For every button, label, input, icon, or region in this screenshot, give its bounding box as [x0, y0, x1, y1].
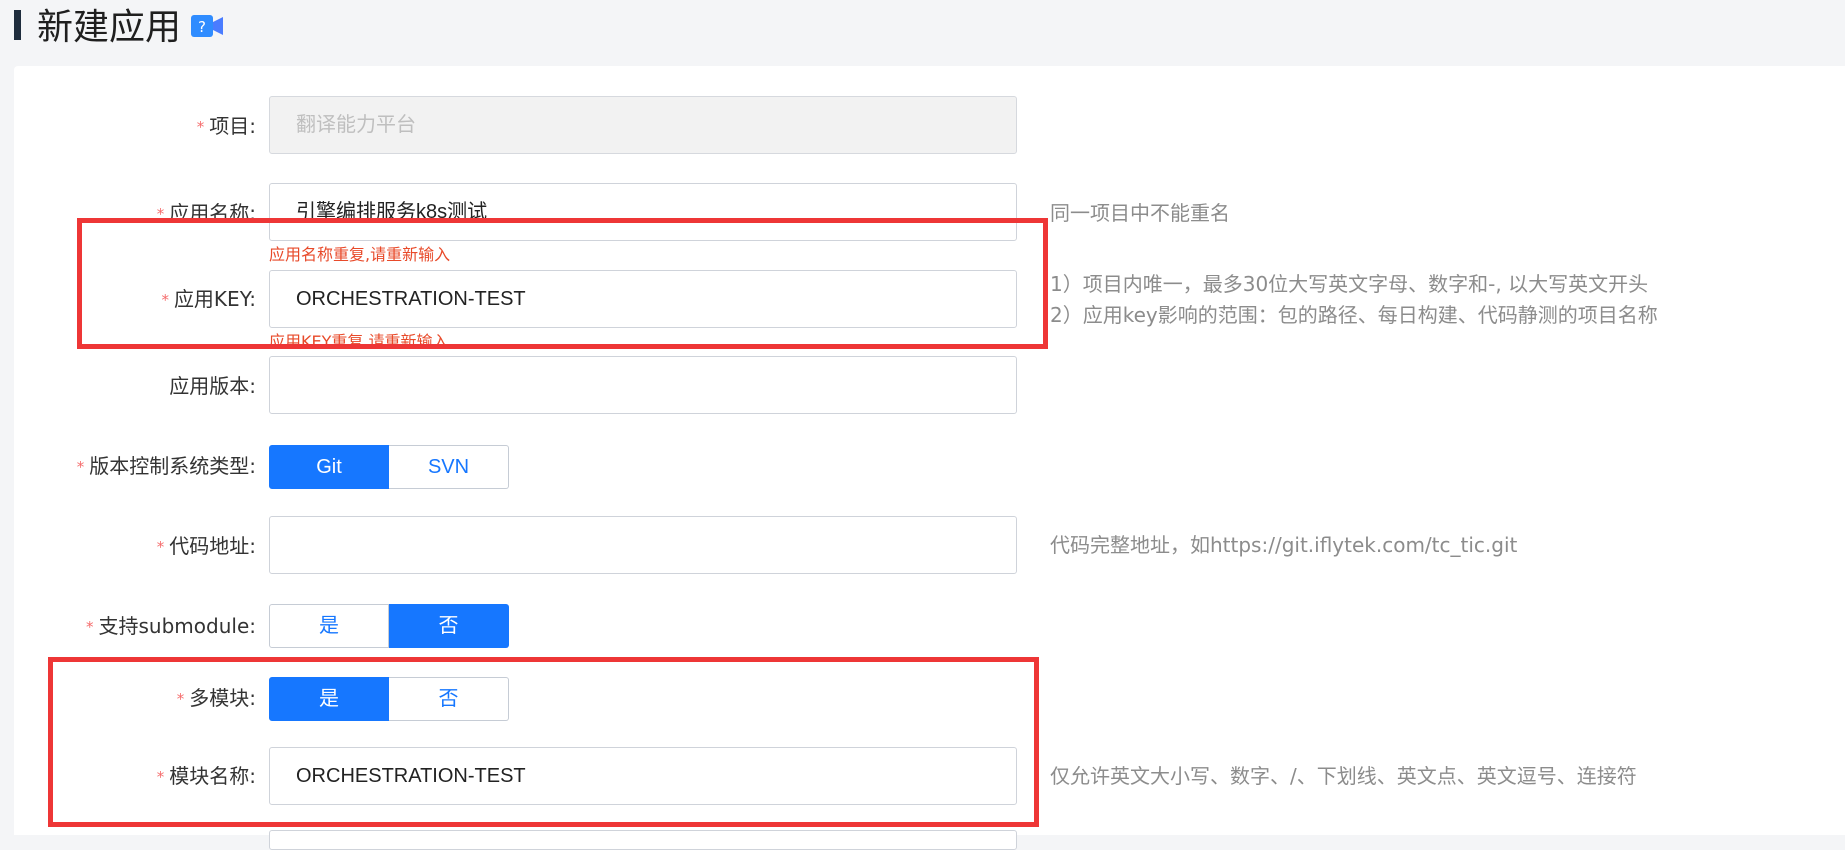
title-accent-bar	[14, 10, 21, 40]
app-name-input[interactable]: 引擎编排服务k8s测试	[269, 183, 1017, 241]
vcs-type-segmented: Git SVN	[269, 445, 509, 489]
page-title: 新建应用	[37, 7, 182, 48]
multi-module-option-no[interactable]: 否	[389, 677, 509, 721]
submodule-option-no[interactable]: 否	[389, 604, 509, 648]
code-url-input[interactable]	[269, 516, 1017, 574]
module-name-input[interactable]: ORCHESTRATION-TEST	[269, 747, 1017, 805]
next-field-input[interactable]	[269, 830, 1017, 850]
app-key-label: * 应用KEY:	[161, 287, 256, 311]
app-name-label: * 应用名称:	[156, 201, 256, 225]
svg-text:?: ?	[198, 18, 206, 36]
app-name-hint: 同一项目中不能重名	[1050, 201, 1230, 225]
vcs-option-svn[interactable]: SVN	[389, 445, 509, 489]
app-key-error: 应用KEY重复,请重新输入	[269, 332, 449, 351]
app-version-input[interactable]	[269, 356, 1017, 414]
app-key-input[interactable]: ORCHESTRATION-TEST	[269, 270, 1017, 328]
module-name-hint: 仅允许英文大小写、数字、/、下划线、英文点、英文逗号、连接符	[1050, 764, 1637, 788]
submodule-label: * 支持submodule:	[86, 614, 256, 638]
code-url-hint: 代码完整地址，如https://git.iflytek.com/tc_tic.g…	[1050, 533, 1518, 557]
project-input[interactable]: 翻译能力平台	[269, 96, 1017, 154]
submodule-option-yes[interactable]: 是	[269, 604, 389, 648]
code-url-label: * 代码地址:	[156, 534, 256, 558]
help-video-icon[interactable]: ?	[190, 12, 224, 40]
app-key-hint-line2: 2）应用key影响的范围：包的路径、每日构建、代码静测的项目名称	[1050, 303, 1658, 327]
project-label: * 项目:	[196, 114, 256, 138]
module-name-label: * 模块名称:	[156, 764, 256, 788]
multi-module-label: * 多模块:	[176, 686, 256, 710]
multi-module-segmented: 是 否	[269, 677, 509, 721]
vcs-option-git[interactable]: Git	[269, 445, 389, 489]
page-header: 新建应用 ?	[0, 0, 1845, 64]
vcs-type-label: * 版本控制系统类型:	[76, 454, 256, 478]
submodule-segmented: 是 否	[269, 604, 509, 648]
multi-module-option-yes[interactable]: 是	[269, 677, 389, 721]
app-key-hint-line1: 1）项目内唯一，最多30位大写英文字母、数字和-, 以大写英文开头	[1050, 272, 1649, 296]
app-version-label: 应用版本:	[169, 374, 256, 398]
app-name-error: 应用名称重复,请重新输入	[269, 245, 451, 264]
